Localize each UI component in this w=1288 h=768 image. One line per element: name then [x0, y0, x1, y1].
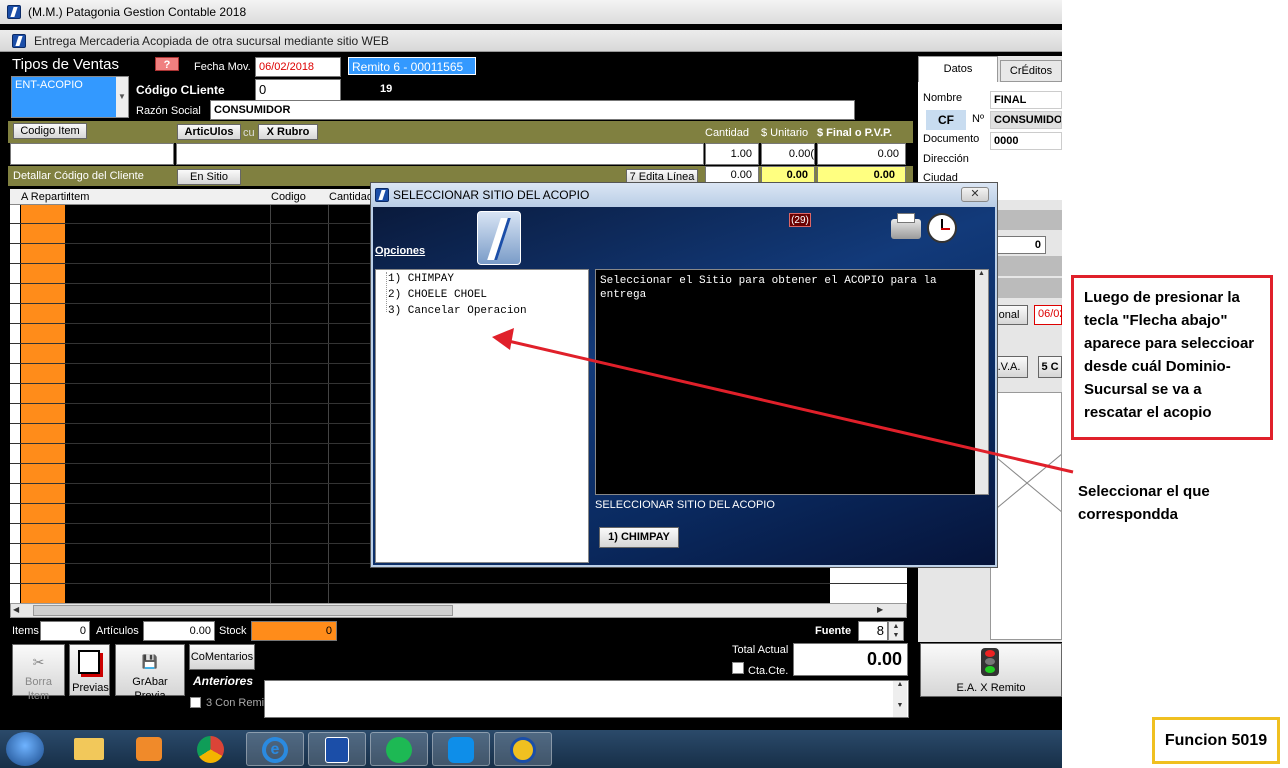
function-label-box: Funcion 5019	[1152, 717, 1280, 764]
annotation-arrow-line	[503, 338, 1074, 474]
annotation-note-box: Luego de presionar la tecla "Flecha abaj…	[1071, 275, 1273, 440]
annotation-arrow-head	[492, 328, 514, 350]
annotation-select-hint: Seleccionar el que correspondda	[1078, 483, 1210, 523]
